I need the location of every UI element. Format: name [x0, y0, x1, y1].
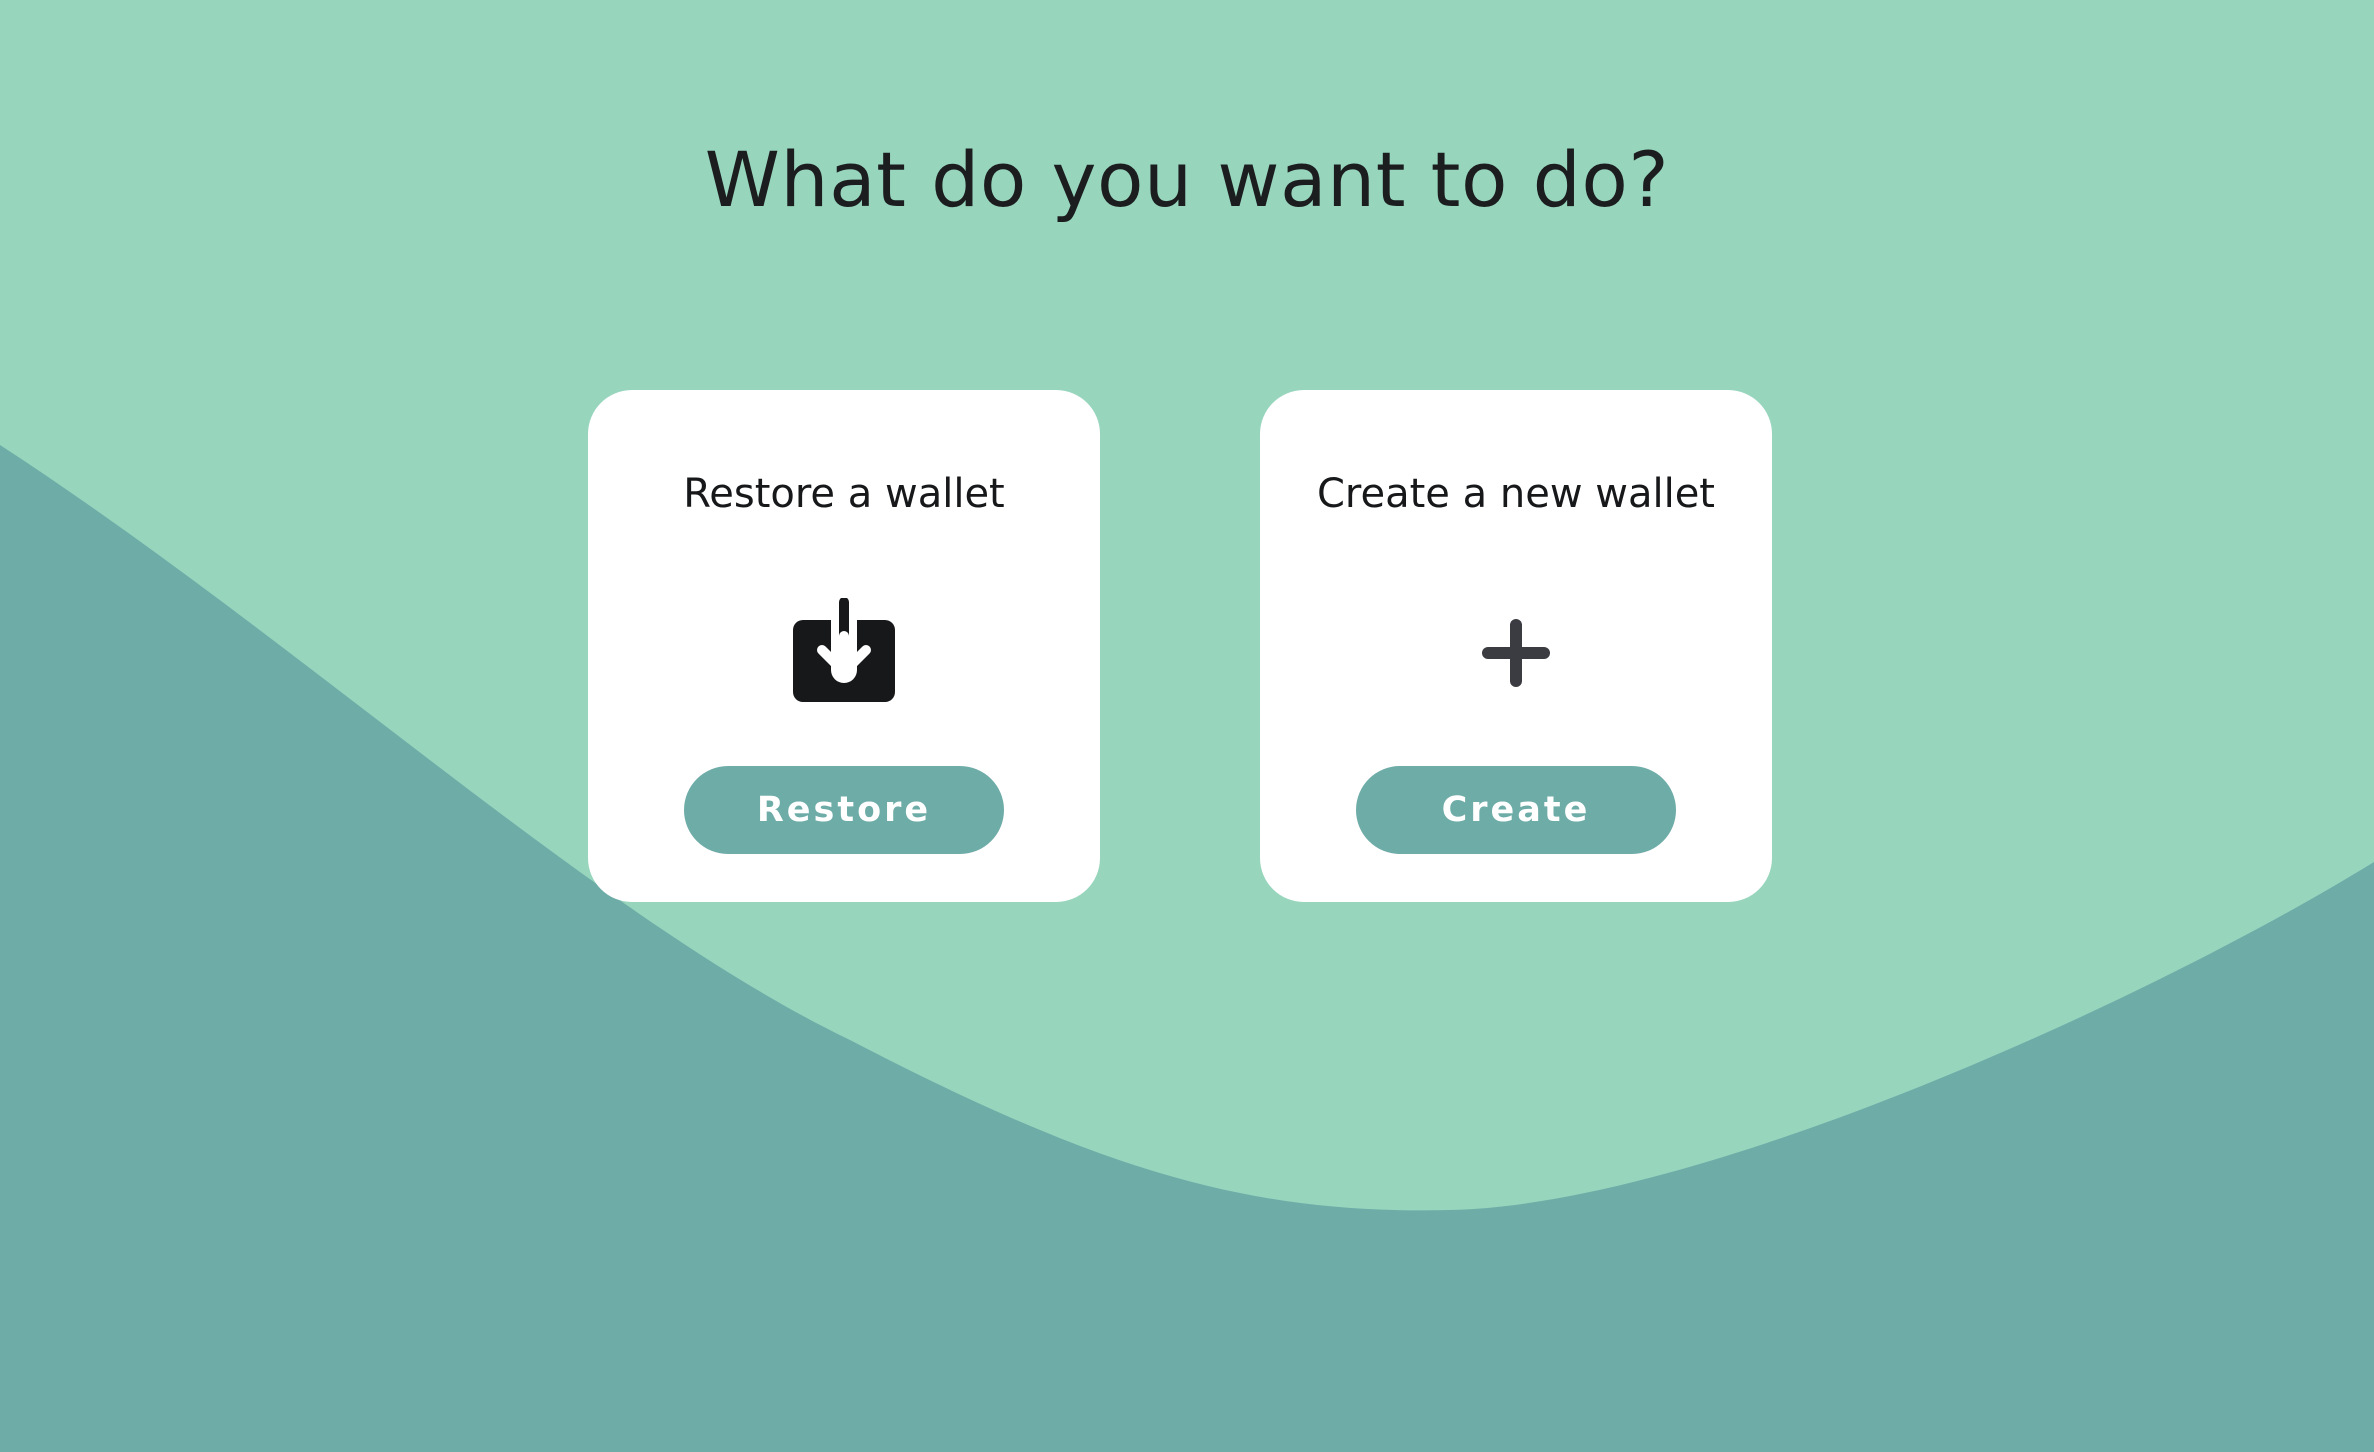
create-wallet-card[interactable]: Create a new wallet Create — [1260, 390, 1772, 902]
create-button[interactable]: Create — [1356, 766, 1676, 854]
create-wallet-title: Create a new wallet — [1317, 471, 1715, 517]
page-title: What do you want to do? — [704, 135, 1670, 224]
download-tray-icon — [789, 598, 899, 708]
restore-wallet-card[interactable]: Restore a wallet Restore — [588, 390, 1100, 902]
restore-button[interactable]: Restore — [684, 766, 1004, 854]
wallet-setup-page: What do you want to do? Restore a wallet… — [0, 0, 2374, 1452]
restore-wallet-title: Restore a wallet — [683, 471, 1005, 517]
plus-icon — [1461, 598, 1571, 708]
